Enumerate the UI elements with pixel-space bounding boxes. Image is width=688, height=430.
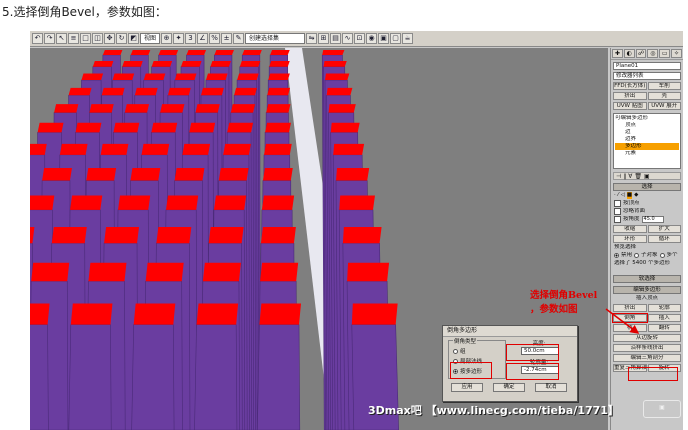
annotation-arrow bbox=[605, 308, 640, 334]
max-window: ↶ ↷ ↖ ≡ □ ◫ ✥ ↻ ◩ 视图 ⊕ ✦ 3 ∠ % ± ✎ 创建选择集… bbox=[30, 31, 683, 430]
caption-text: 5.选择倒角Bevel，参数如图： bbox=[2, 5, 167, 19]
annotation-line1: 选择倒角Bevel bbox=[530, 290, 598, 301]
annotation-text: 选择倒角Bevel ，参数如图 bbox=[530, 289, 622, 317]
annotation-line2: ，参数如图 bbox=[530, 304, 578, 315]
site-logo-watermark: ▣ bbox=[643, 400, 681, 418]
watermark-text: 3Dmax吧 【www.linecg.com/tieba/1771】 bbox=[368, 404, 619, 417]
